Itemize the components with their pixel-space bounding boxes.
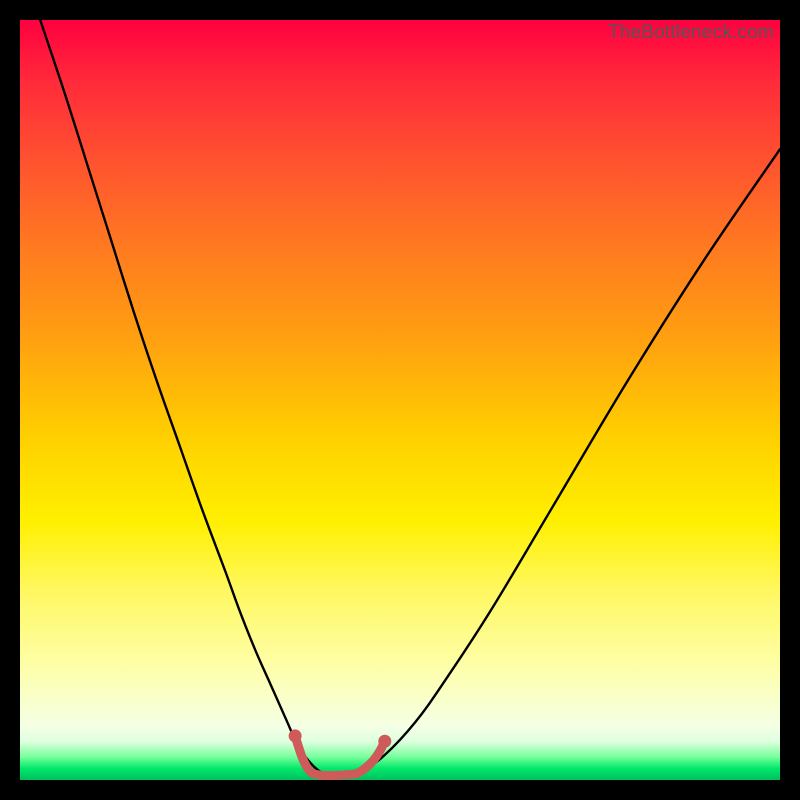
highlight-dot xyxy=(378,735,391,748)
plot-area: TheBottleneck.com xyxy=(20,20,780,780)
curve-svg xyxy=(20,20,780,780)
highlight-dot xyxy=(289,729,302,742)
bottleneck-curve xyxy=(20,0,780,775)
highlight-segment xyxy=(295,736,385,776)
highlight-dots xyxy=(289,729,392,747)
chart-frame: TheBottleneck.com xyxy=(0,0,800,800)
